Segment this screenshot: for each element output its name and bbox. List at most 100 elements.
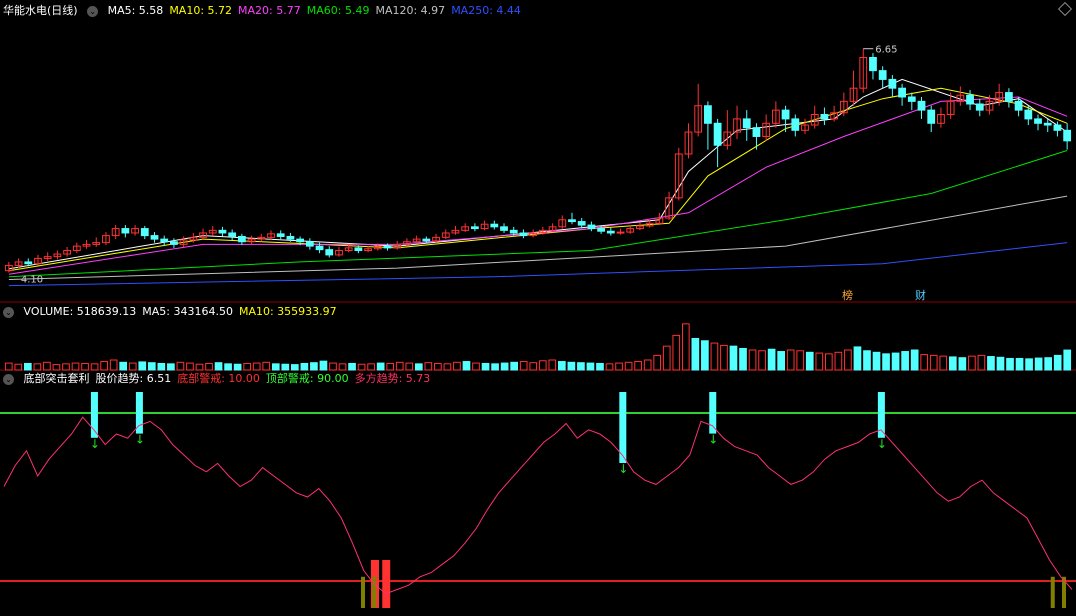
candle [354,247,363,252]
candle [305,241,314,247]
volume-bar [615,362,623,371]
volume-bar [233,363,242,371]
volume-bar [662,345,671,371]
high-price-label: 6.65 [875,45,897,56]
candle [315,245,324,251]
candle [820,114,829,120]
candle [383,245,392,249]
ma-line-ma120 [8,195,1068,280]
candle [228,232,237,237]
volume-bar [300,362,309,371]
volume-bar [910,349,919,371]
candle [490,223,499,228]
ma-line-ma10 [8,87,1068,272]
volume-bar [577,362,585,371]
volume-bar [491,363,499,371]
volume-bar [395,361,404,371]
finance-badge: 财 [915,288,926,302]
candle [1014,100,1023,111]
volume-bar [1006,357,1014,371]
candle [470,226,479,230]
bottom-olive-bar [372,576,377,608]
volume-bar [1044,357,1052,371]
volume-bar [767,348,776,371]
volume-bar [205,362,213,371]
volume-bar [882,353,890,371]
candle [616,231,625,234]
candle [500,226,508,231]
volume-bar [1034,357,1043,371]
candle [509,229,518,234]
volume-bar [434,362,442,371]
volume-bar [14,363,23,371]
volume-bar [977,354,986,371]
volume-bar [1053,354,1062,371]
bottom-signal-bar [382,560,391,608]
candle [296,238,305,243]
volume-bar [710,342,719,371]
volume-bar [4,362,13,371]
down-arrow-icon: ↓ [877,437,887,451]
volume-bar [186,362,194,371]
volume-bar [681,323,690,371]
trend-line [3,416,1073,595]
candle [898,87,906,98]
volume-bar [729,345,738,371]
candle [150,235,159,240]
volume-bar [262,361,271,371]
volume-bar [405,362,414,371]
volume-bar [805,351,814,371]
volume-bar [443,363,452,371]
volume-bar [758,350,766,371]
candle [606,230,615,234]
volume-bar [224,363,232,371]
volume-bar [319,360,328,371]
volume-bar [414,363,423,371]
volume-bar [605,363,614,371]
volume-bar [81,362,89,371]
down-arrow-icon: ↓ [708,433,718,447]
volume-bar [24,362,32,371]
volume-bar [52,364,61,371]
volume-bar [825,353,833,371]
volume-bar [853,346,862,371]
volume-bar [834,351,843,371]
volume-bar [844,349,852,371]
volume-bar [815,352,824,371]
candle [704,105,712,124]
volume-bar [472,362,480,371]
volume-bar [939,355,948,371]
down-arrow-icon: ↓ [135,433,145,447]
volume-bar [720,344,728,371]
candle [1053,124,1062,131]
down-arrow-icon: ↓ [618,462,628,476]
volume-bar [338,363,347,371]
volume-bar [214,362,223,371]
volume-bar [624,361,633,371]
candle [160,238,169,243]
candle [24,261,33,265]
volume-bar [796,350,805,371]
volume-bar [1015,357,1024,371]
volume-bar [424,362,433,371]
candle [917,100,926,111]
candle [568,219,576,223]
volume-bar [367,363,375,371]
volume-bar [891,352,900,371]
candle [975,103,984,111]
volume-bar [147,362,156,371]
volume-bar [548,359,557,371]
ma-line-ma60 [8,150,1068,278]
volume-bar [348,362,356,371]
volume-bar [691,337,700,371]
candle [1024,109,1033,120]
volume-bar [586,362,595,371]
volume-bar [634,361,642,371]
volume-bar [901,351,909,371]
candle [1043,122,1052,126]
volume-bar [1063,349,1072,371]
volume-bar [558,361,566,371]
low-price-label: 4.10 [21,274,43,285]
down-arrow-icon: ↓ [90,437,100,451]
volume-bar [71,362,80,371]
